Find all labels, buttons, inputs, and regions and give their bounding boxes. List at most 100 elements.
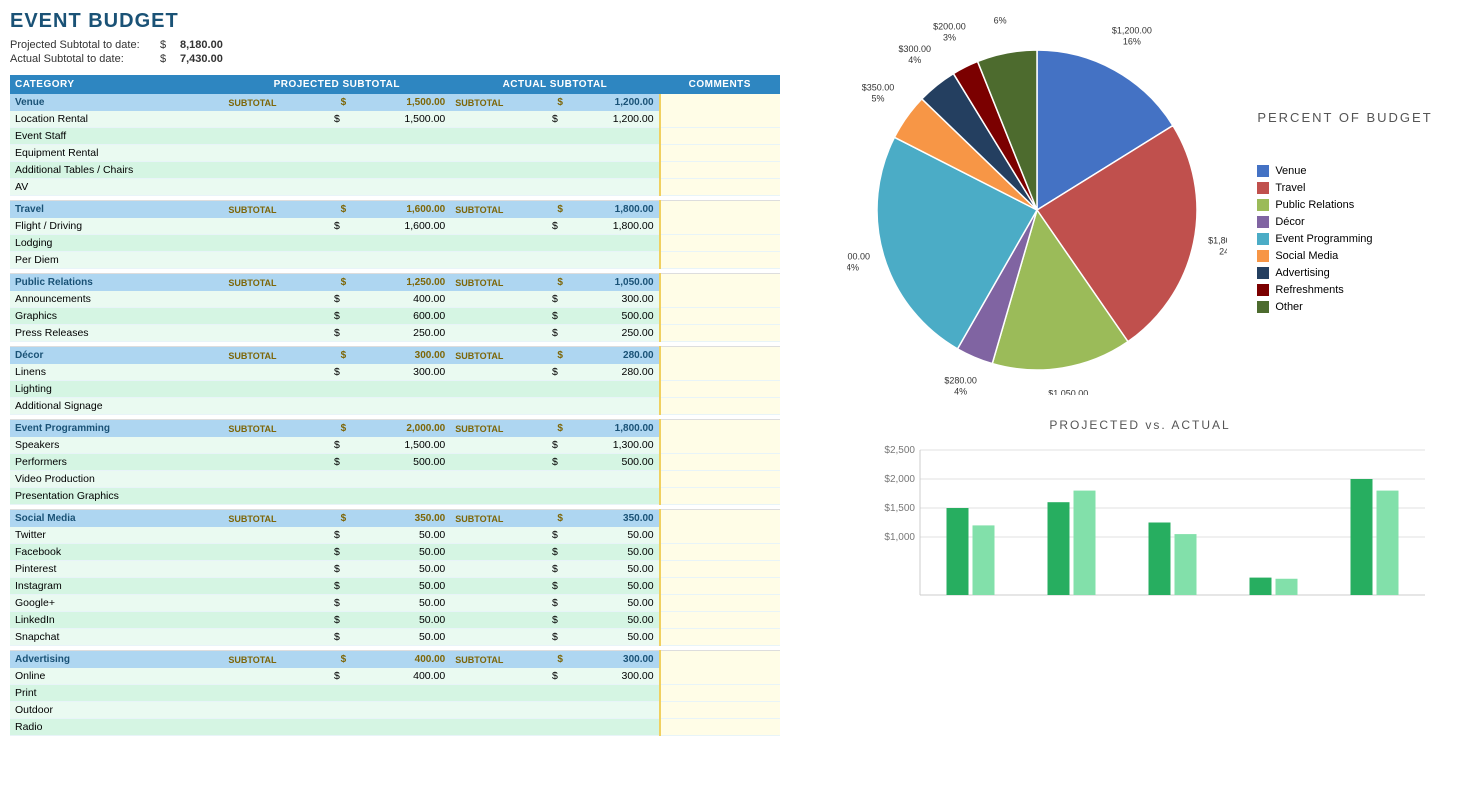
- actual-summary-row: Actual Subtotal to date: $ 7,430.00: [10, 53, 780, 65]
- row-act-dollar: $: [547, 629, 573, 646]
- proj-subtotal-label: SUBTOTAL: [223, 201, 329, 219]
- projected-bar: [1351, 479, 1373, 595]
- pie-chart-svg: $1,200.0016%$1,800.0024%$1,050.0014%$280…: [847, 15, 1227, 395]
- act-subtotal-val: 280.00: [573, 347, 659, 365]
- category-name: Social Media: [10, 510, 223, 528]
- category-name: Advertising: [10, 651, 223, 669]
- row-proj-empty: [223, 111, 329, 128]
- row-comments: [660, 578, 780, 595]
- table-row: Instagram $ 50.00 $ 50.00: [10, 578, 780, 595]
- row-proj-dollar: $: [329, 325, 358, 342]
- legend-color-event-programming: [1257, 233, 1269, 245]
- row-act-empty: [450, 629, 547, 646]
- row-proj-dollar: [329, 252, 358, 269]
- row-proj-dollar: $: [329, 527, 358, 544]
- act-subtotal-label: SUBTOTAL: [450, 201, 547, 219]
- y-axis-label: $2,000: [884, 474, 915, 485]
- table-row: Presentation Graphics: [10, 488, 780, 505]
- row-proj-val: 250.00: [358, 325, 450, 342]
- comments-cell: [660, 94, 780, 111]
- row-act-dollar: $: [547, 454, 573, 471]
- row-proj-empty: [223, 291, 329, 308]
- row-label: Linens: [10, 364, 223, 381]
- row-label: Press Releases: [10, 325, 223, 342]
- y-axis-label: $1,000: [884, 532, 915, 543]
- pie-label-6: $300.004%: [899, 44, 932, 65]
- pie-chart-container: $1,200.0016%$1,800.0024%$1,050.0014%$280…: [847, 15, 1227, 398]
- bar-chart-section: PROJECTED vs. ACTUAL $2,500$2,000$1,500$…: [810, 418, 1470, 623]
- row-label: Pinterest: [10, 561, 223, 578]
- row-proj-empty: [223, 702, 329, 719]
- header-category: CATEGORY: [10, 75, 223, 94]
- row-proj-empty: [223, 218, 329, 235]
- row-proj-empty: [223, 488, 329, 505]
- row-act-val: 50.00: [573, 527, 659, 544]
- row-act-empty: [450, 111, 547, 128]
- row-comments: [660, 719, 780, 736]
- table-row: AV: [10, 179, 780, 196]
- row-comments: [660, 381, 780, 398]
- row-proj-dollar: $: [329, 364, 358, 381]
- row-act-empty: [450, 437, 547, 454]
- category-row: Event Programming SUBTOTAL $ 2,000.00 SU…: [10, 420, 780, 438]
- bar-chart-title: PROJECTED vs. ACTUAL: [810, 418, 1470, 432]
- row-proj-dollar: $: [329, 111, 358, 128]
- act-dollar-sign: $: [547, 420, 573, 438]
- row-proj-val: [358, 702, 450, 719]
- row-proj-dollar: $: [329, 291, 358, 308]
- row-comments: [660, 128, 780, 145]
- row-label: Speakers: [10, 437, 223, 454]
- row-proj-val: 300.00: [358, 364, 450, 381]
- row-act-val: [573, 702, 659, 719]
- header-comments: COMMENTS: [660, 75, 780, 94]
- actual-bar: [1276, 579, 1298, 595]
- pie-label-2: $1,050.0014%: [1049, 389, 1089, 395]
- row-proj-dollar: $: [329, 544, 358, 561]
- proj-subtotal-val: 2,000.00: [358, 420, 450, 438]
- row-act-dollar: [547, 471, 573, 488]
- row-act-empty: [450, 561, 547, 578]
- row-comments: [660, 308, 780, 325]
- legend-item-travel: Travel: [1257, 182, 1432, 194]
- row-act-empty: [450, 381, 547, 398]
- comments-cell: [660, 420, 780, 438]
- row-act-empty: [450, 719, 547, 736]
- row-proj-val: [358, 252, 450, 269]
- pie-chart-title: PERCENT OF BUDGET: [1257, 110, 1432, 125]
- row-proj-val: 50.00: [358, 595, 450, 612]
- row-proj-dollar: [329, 398, 358, 415]
- category-row: Décor SUBTOTAL $ 300.00 SUBTOTAL $ 280.0…: [10, 347, 780, 365]
- row-comments: [660, 629, 780, 646]
- row-proj-empty: [223, 527, 329, 544]
- legend-color-décor: [1257, 216, 1269, 228]
- proj-dollar-sign: $: [329, 347, 358, 365]
- bar-chart-svg: $2,500$2,000$1,500$1,000: [865, 440, 1445, 620]
- row-proj-val: 50.00: [358, 561, 450, 578]
- row-act-dollar: [547, 179, 573, 196]
- row-label: Flight / Driving: [10, 218, 223, 235]
- projected-bar: [1250, 578, 1272, 595]
- proj-subtotal-label: SUBTOTAL: [223, 420, 329, 438]
- row-act-val: 300.00: [573, 668, 659, 685]
- row-proj-empty: [223, 578, 329, 595]
- row-label: Performers: [10, 454, 223, 471]
- table-row: Graphics $ 600.00 $ 500.00: [10, 308, 780, 325]
- table-row: Performers $ 500.00 $ 500.00: [10, 454, 780, 471]
- legend-color-refreshments: [1257, 284, 1269, 296]
- act-subtotal-val: 1,200.00: [573, 94, 659, 111]
- pie-label-5: $350.005%: [862, 83, 895, 104]
- table-row: Announcements $ 400.00 $ 300.00: [10, 291, 780, 308]
- row-comments: [660, 218, 780, 235]
- row-proj-dollar: [329, 145, 358, 162]
- row-proj-val: [358, 685, 450, 702]
- row-act-dollar: [547, 702, 573, 719]
- table-row: Additional Signage: [10, 398, 780, 415]
- row-label: Per Diem: [10, 252, 223, 269]
- proj-subtotal-val: 300.00: [358, 347, 450, 365]
- row-label: Snapchat: [10, 629, 223, 646]
- act-subtotal-label: SUBTOTAL: [450, 651, 547, 669]
- row-act-empty: [450, 544, 547, 561]
- row-label: Additional Tables / Chairs: [10, 162, 223, 179]
- row-act-dollar: [547, 252, 573, 269]
- row-proj-val: 1,500.00: [358, 437, 450, 454]
